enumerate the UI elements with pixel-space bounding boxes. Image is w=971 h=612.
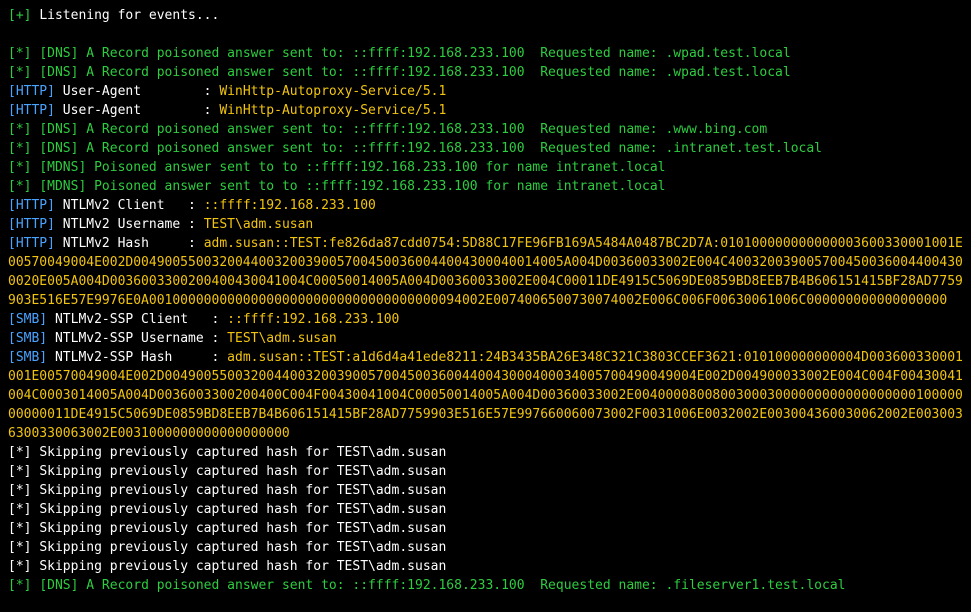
skip-line: [*] Skipping previously captured hash fo… (8, 483, 446, 498)
dns-line: [*] [DNS] A Record poisoned answer sent … (8, 141, 822, 156)
ntlm-client-label: NTLMv2 Client : (63, 198, 196, 213)
http-tag: [HTTP] (8, 217, 55, 232)
status-prefix: [+] (8, 8, 31, 23)
ua-value: WinHttp-Autoproxy-Service/5.1 (219, 84, 446, 99)
dns-line: [*] [DNS] A Record poisoned answer sent … (8, 65, 791, 80)
mdns-line: [*] [MDNS] Poisoned answer sent to to ::… (8, 160, 665, 175)
smb-tag: [SMB] (8, 350, 47, 365)
http-tag: [HTTP] (8, 84, 55, 99)
ssp-user-value: TEST\adm.susan (227, 331, 337, 346)
ssp-client-ip: ::ffff:192.168.233.100 (227, 312, 399, 327)
ssp-client-label: NTLMv2-SSP Client : (55, 312, 219, 327)
dns-line: [*] [DNS] A Record poisoned answer sent … (8, 46, 791, 61)
mdns-line: [*] [MDNS] Poisoned answer sent to to ::… (8, 179, 665, 194)
smb-tag: [SMB] (8, 331, 47, 346)
ssp-hash-label: NTLMv2-SSP Hash : (55, 350, 219, 365)
terminal-output: [+] Listening for events... [*] [DNS] A … (0, 0, 971, 601)
dns-line: [*] [DNS] A Record poisoned answer sent … (8, 578, 845, 593)
http-tag: [HTTP] (8, 103, 55, 118)
skip-line: [*] Skipping previously captured hash fo… (8, 445, 446, 460)
ssp-user-label: NTLMv2-SSP Username : (55, 331, 219, 346)
smb-tag: [SMB] (8, 312, 47, 327)
http-tag: [HTTP] (8, 236, 55, 251)
skip-line: [*] Skipping previously captured hash fo… (8, 559, 446, 574)
skip-line: [*] Skipping previously captured hash fo… (8, 540, 446, 555)
skip-line: [*] Skipping previously captured hash fo… (8, 464, 446, 479)
dns-line: [*] [DNS] A Record poisoned answer sent … (8, 122, 767, 137)
ntlm-user-value: TEST\adm.susan (204, 217, 314, 232)
ntlm-user-label: NTLMv2 Username : (63, 217, 196, 232)
ua-value: WinHttp-Autoproxy-Service/5.1 (219, 103, 446, 118)
http-tag: [HTTP] (8, 198, 55, 213)
ntlm-client-ip: ::ffff:192.168.233.100 (204, 198, 376, 213)
skip-line: [*] Skipping previously captured hash fo… (8, 502, 446, 517)
ua-label: User-Agent : (63, 84, 212, 99)
ntlm-hash-label: NTLMv2 Hash : (63, 236, 196, 251)
ua-label: User-Agent : (63, 103, 212, 118)
skip-line: [*] Skipping previously captured hash fo… (8, 521, 446, 536)
status-text: Listening for events... (39, 8, 219, 23)
